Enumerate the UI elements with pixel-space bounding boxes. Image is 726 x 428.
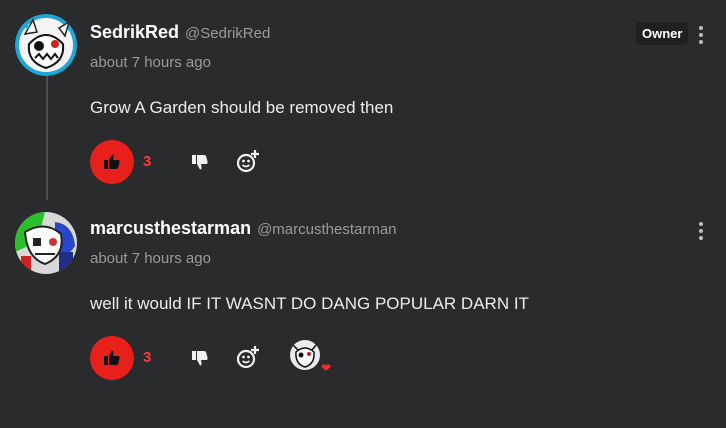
- thumbs-up-icon: [104, 350, 120, 365]
- add-reaction-icon: [236, 150, 259, 173]
- add-reaction-button[interactable]: [235, 148, 261, 174]
- display-name[interactable]: marcusthestarman: [90, 218, 251, 238]
- dislike-button[interactable]: [188, 150, 212, 174]
- author-name[interactable]: SedrikRed @SedrikRed: [90, 22, 270, 43]
- dislike-button[interactable]: [188, 346, 212, 370]
- like-button[interactable]: [90, 140, 134, 184]
- white-creature-avatar-icon[interactable]: [15, 14, 77, 76]
- owner-badge: Owner: [636, 22, 689, 45]
- add-reaction-button[interactable]: [235, 344, 261, 370]
- like-count: 3: [143, 153, 152, 170]
- user-handle[interactable]: @SedrikRed: [185, 25, 270, 42]
- like-button[interactable]: [90, 336, 134, 380]
- more-options-icon[interactable]: [696, 26, 706, 48]
- heart-icon: ❤: [321, 361, 332, 375]
- user-handle[interactable]: @marcusthestarman: [257, 221, 396, 238]
- more-options-icon[interactable]: [696, 222, 706, 244]
- timestamp: about 7 hours ago: [90, 54, 211, 71]
- comment-actions: 3: [90, 140, 390, 184]
- timestamp: about 7 hours ago: [90, 250, 211, 267]
- thumbs-down-icon: [192, 351, 208, 366]
- thumbs-down-icon: [192, 155, 208, 170]
- reactor-avatar-icon[interactable]: [288, 338, 322, 372]
- comment-actions: 3 ❤: [90, 336, 390, 380]
- comment-text: Grow A Garden should be removed then: [90, 98, 394, 117]
- thread-line: [46, 60, 48, 200]
- comment-text: well it would IF IT WASNT DO DANG POPULA…: [90, 294, 529, 313]
- add-reaction-icon: [236, 346, 259, 369]
- author-name[interactable]: marcusthestarman @marcusthestarman: [90, 218, 397, 239]
- green-character-avatar-icon[interactable]: [15, 212, 77, 274]
- thumbs-up-icon: [104, 154, 120, 169]
- like-count: 3: [143, 349, 152, 366]
- display-name[interactable]: SedrikRed: [90, 22, 179, 42]
